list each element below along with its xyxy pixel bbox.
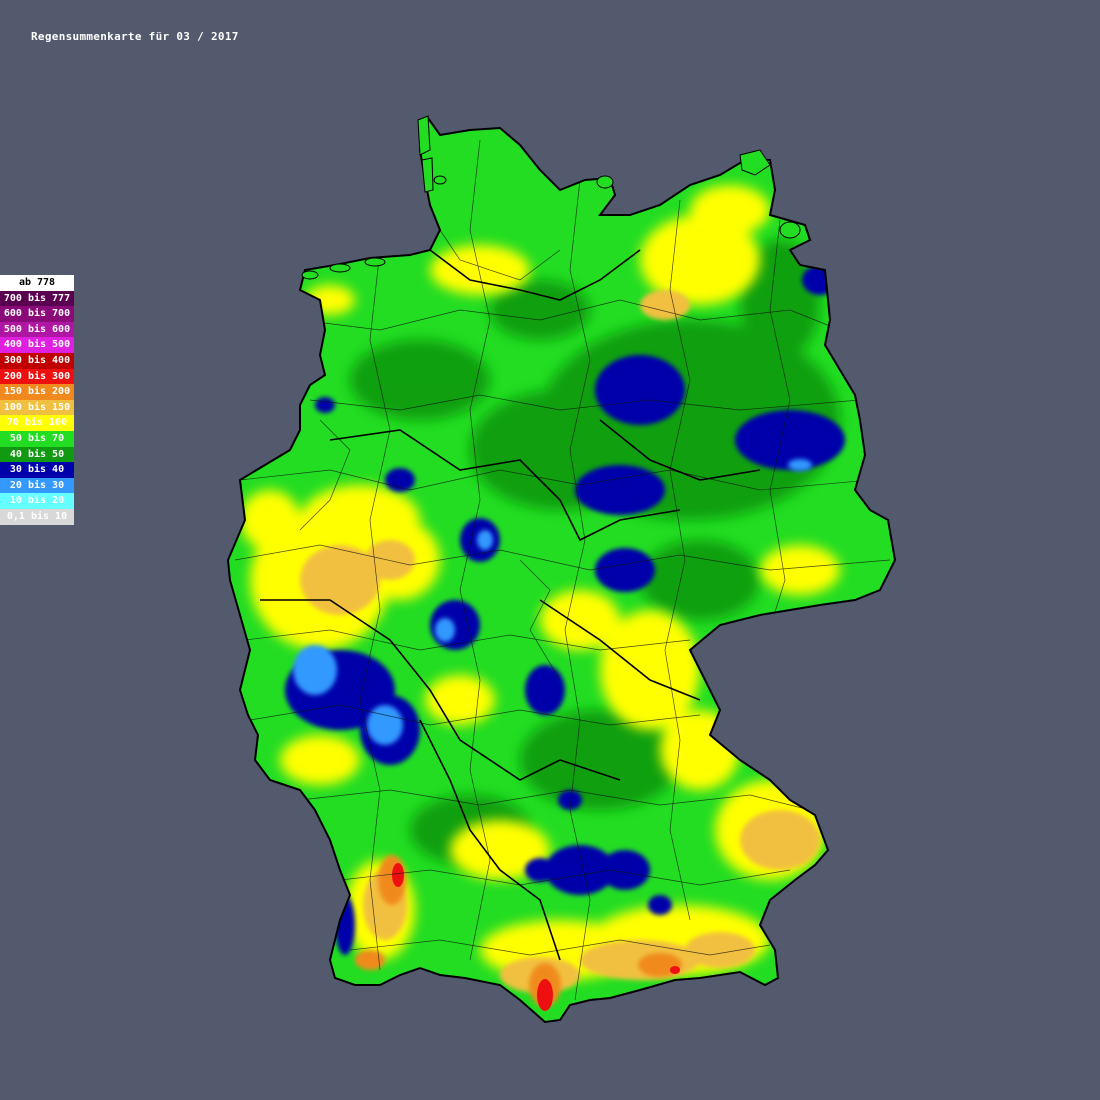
legend-item: ab 778 (0, 275, 74, 291)
legend-label: 10 bis 20 (9, 495, 65, 507)
legend-item: 600 bis 700 (0, 306, 74, 322)
legend-label: 70 bis 100 (6, 417, 68, 429)
legend-item: 20 bis 30 (0, 477, 74, 494)
legend-item: 300 bis 400 (0, 352, 74, 369)
legend-item: 50 bis 70 (0, 430, 74, 447)
legend-item: 400 bis 500 (0, 337, 74, 353)
rainfall-map (227, 115, 896, 1023)
legend-item: 70 bis 100 (0, 415, 74, 431)
legend-label: 150 bis 200 (3, 386, 71, 398)
map-title: Regensummenkarte für 03 / 2017 (31, 30, 239, 43)
legend-label: 20 bis 30 (9, 479, 65, 491)
legend-label: 600 bis 700 (3, 308, 71, 320)
legend-item: 0,1 bis 10 (0, 508, 74, 525)
legend-label: 40 bis 50 (9, 448, 65, 460)
precipitation-layer (228, 118, 895, 1022)
legend-item: 30 bis 40 (0, 462, 74, 478)
legend: ab 778 700 bis 777 600 bis 700 500 bis 6… (0, 275, 74, 525)
legend-item: 40 bis 50 (0, 446, 74, 463)
legend-label: ab 778 (18, 277, 56, 288)
legend-label: 200 bis 300 (3, 370, 71, 382)
legend-item: 10 bis 20 (0, 493, 74, 509)
legend-label: 500 bis 600 (3, 323, 71, 335)
legend-label: 50 bis 70 (9, 432, 65, 444)
legend-item: 500 bis 600 (0, 321, 74, 338)
legend-label: 0,1 bis 10 (6, 510, 68, 522)
legend-item: 150 bis 200 (0, 384, 74, 400)
legend-label: 100 bis 150 (3, 401, 71, 413)
legend-item: 200 bis 300 (0, 368, 74, 385)
legend-label: 400 bis 500 (3, 339, 71, 351)
legend-label: 700 bis 777 (3, 292, 71, 304)
legend-label: 30 bis 40 (9, 464, 65, 476)
legend-label: 300 bis 400 (3, 354, 71, 366)
legend-item: 100 bis 150 (0, 399, 74, 416)
legend-item: 700 bis 777 (0, 290, 74, 307)
